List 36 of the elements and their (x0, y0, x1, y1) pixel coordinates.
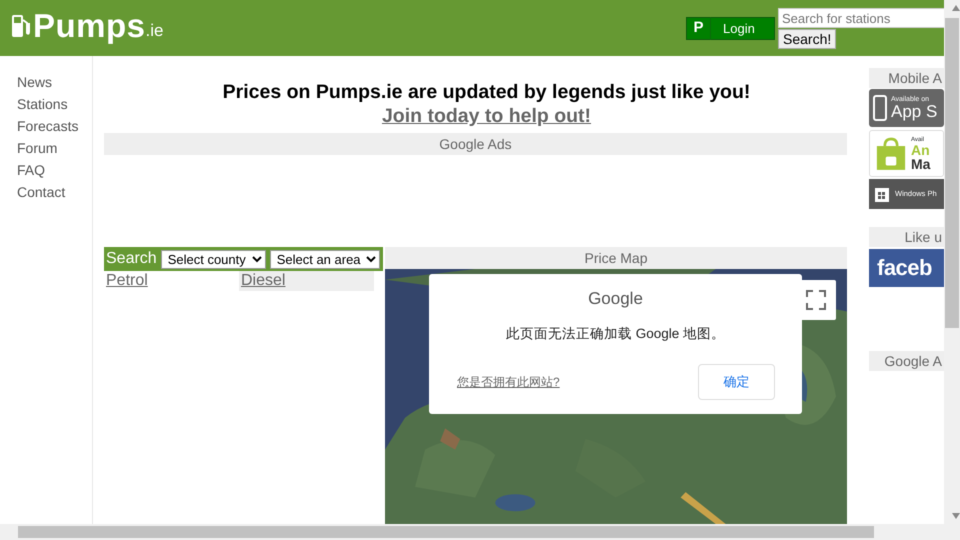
sidebar-link[interactable]: Stations (17, 93, 92, 115)
dropdown[interactable]: Select county (160, 250, 266, 268)
phone-icon (873, 95, 887, 121)
fuel-pump-icon (11, 14, 31, 38)
search-label: Search (106, 249, 157, 269)
sidebar-link[interactable]: Contact (17, 181, 92, 203)
ads-heading: Google Ads (104, 133, 847, 155)
sidebar-link[interactable]: Forum (17, 137, 92, 159)
windows-icon (875, 186, 889, 202)
dialog-brand: Google (587, 288, 644, 310)
horizontal-scrollbar[interactable] (18, 526, 874, 538)
join-link[interactable]: Join today to help out! (382, 104, 592, 128)
map-heading: Price Map (385, 247, 847, 269)
section-heading: Google A (869, 351, 944, 371)
section-heading: Like u (869, 227, 944, 247)
section-heading: Mobile A (869, 68, 944, 88)
badge-title: An (911, 142, 930, 156)
sidebar-link[interactable]: Forecasts (17, 115, 92, 137)
dropdown[interactable]: Select an area (270, 250, 380, 268)
site-owner-link[interactable]: 您是否拥有此网站? (457, 372, 560, 391)
search-button[interactable]: Search! (778, 29, 836, 49)
ok-button[interactable]: 确定 (698, 364, 775, 400)
facebook-banner[interactable]: faceb (869, 249, 944, 287)
login-button[interactable]: P Login (686, 17, 775, 40)
dialog-message: 此页面无法正确加载 Google 地图。 (504, 324, 726, 343)
search-field[interactable]: Search for stations (778, 8, 944, 28)
logo-suffix: .ie (146, 20, 164, 42)
badge-title: Ma (911, 156, 930, 170)
fuel-tab[interactable]: Diesel (239, 271, 374, 291)
sidebar-link[interactable]: News (17, 71, 92, 93)
badge-title: App S (891, 103, 938, 120)
vertical-scrollbar[interactable] (945, 18, 959, 328)
shopping-bag-icon (876, 136, 906, 170)
headline: Prices on Pumps.ie are updated by legends just like you! (222, 80, 752, 104)
fullscreen-icon (806, 290, 826, 310)
sidebar-link[interactable]: FAQ (17, 159, 92, 181)
